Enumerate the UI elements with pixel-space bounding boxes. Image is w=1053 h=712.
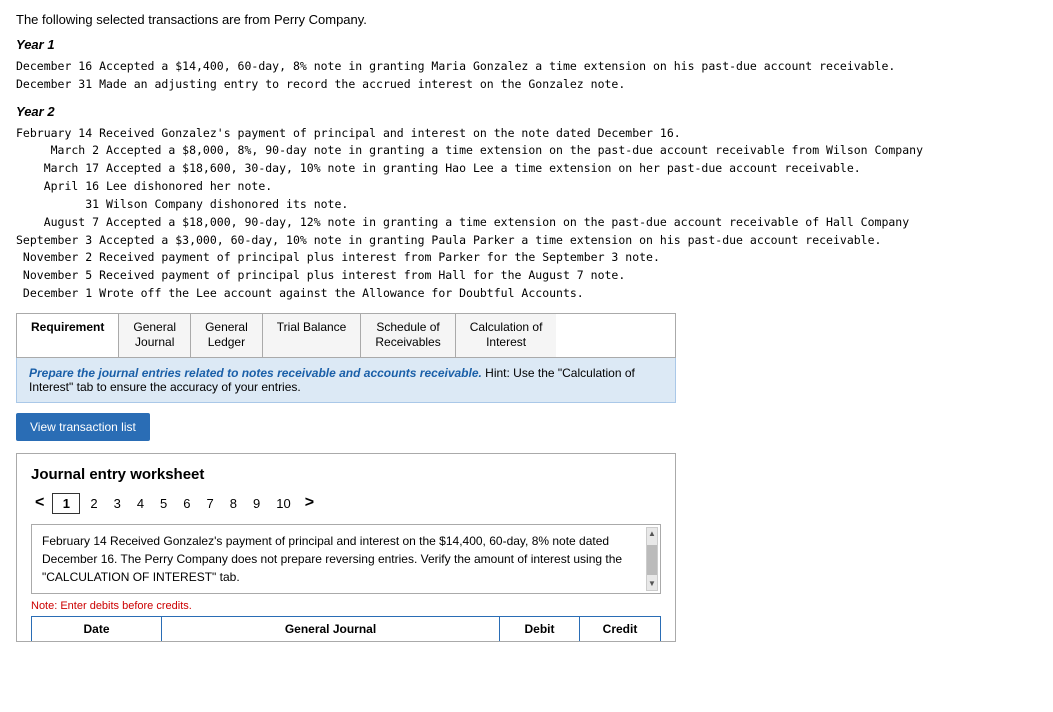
- year1-transactions: December 16 Accepted a $14,400, 60-day, …: [16, 58, 1037, 94]
- next-page-button[interactable]: >: [301, 494, 318, 512]
- col-debit: Debit: [500, 617, 580, 641]
- view-transaction-list-button[interactable]: View transaction list: [16, 413, 150, 441]
- scroll-thumb[interactable]: [647, 545, 657, 575]
- table-header: Date General Journal Debit Credit: [31, 616, 661, 641]
- hint-bold: Prepare the journal entries related to n…: [29, 366, 482, 380]
- col-date: Date: [32, 617, 162, 641]
- prev-page-button[interactable]: <: [31, 494, 48, 512]
- year2-transactions: February 14 Received Gonzalez's payment …: [16, 125, 1037, 303]
- note-text: Note: Enter debits before credits.: [31, 600, 661, 612]
- worksheet-title: Journal entry worksheet: [31, 466, 661, 483]
- tab-requirement[interactable]: Requirement: [17, 314, 119, 357]
- page-6[interactable]: 6: [177, 494, 196, 513]
- page-4[interactable]: 4: [131, 494, 150, 513]
- tab-schedule-receivables[interactable]: Schedule ofReceivables: [361, 314, 455, 357]
- page-2[interactable]: 2: [84, 494, 103, 513]
- scrollbar[interactable]: ▲ ▼: [646, 527, 658, 591]
- worksheet-box: Journal entry worksheet < 1 2 3 4 5 6 7 …: [16, 453, 676, 642]
- scroll-up-arrow[interactable]: ▲: [647, 528, 657, 540]
- page-3[interactable]: 3: [108, 494, 127, 513]
- hint-box: Prepare the journal entries related to n…: [16, 358, 676, 403]
- page-7[interactable]: 7: [201, 494, 220, 513]
- tab-general-journal[interactable]: GeneralJournal: [119, 314, 191, 357]
- page-1[interactable]: 1: [52, 493, 80, 514]
- tab-general-ledger[interactable]: GeneralLedger: [191, 314, 263, 357]
- page-10[interactable]: 10: [270, 494, 296, 513]
- tabs-container: Requirement GeneralJournal GeneralLedger…: [16, 313, 676, 358]
- tab-trial-balance[interactable]: Trial Balance: [263, 314, 362, 357]
- description-text: February 14 Received Gonzalez's payment …: [42, 534, 622, 584]
- description-box: February 14 Received Gonzalez's payment …: [31, 524, 661, 594]
- year1-heading: Year 1: [16, 37, 1037, 52]
- intro-text: The following selected transactions are …: [16, 12, 1037, 27]
- page-8[interactable]: 8: [224, 494, 243, 513]
- page-9[interactable]: 9: [247, 494, 266, 513]
- page-nav: < 1 2 3 4 5 6 7 8 9 10 >: [31, 493, 661, 514]
- col-general-journal: General Journal: [162, 617, 500, 641]
- page-5[interactable]: 5: [154, 494, 173, 513]
- col-credit: Credit: [580, 617, 660, 641]
- tab-calculation-interest[interactable]: Calculation ofInterest: [456, 314, 557, 357]
- year2-heading: Year 2: [16, 104, 1037, 119]
- scroll-down-arrow[interactable]: ▼: [647, 578, 657, 590]
